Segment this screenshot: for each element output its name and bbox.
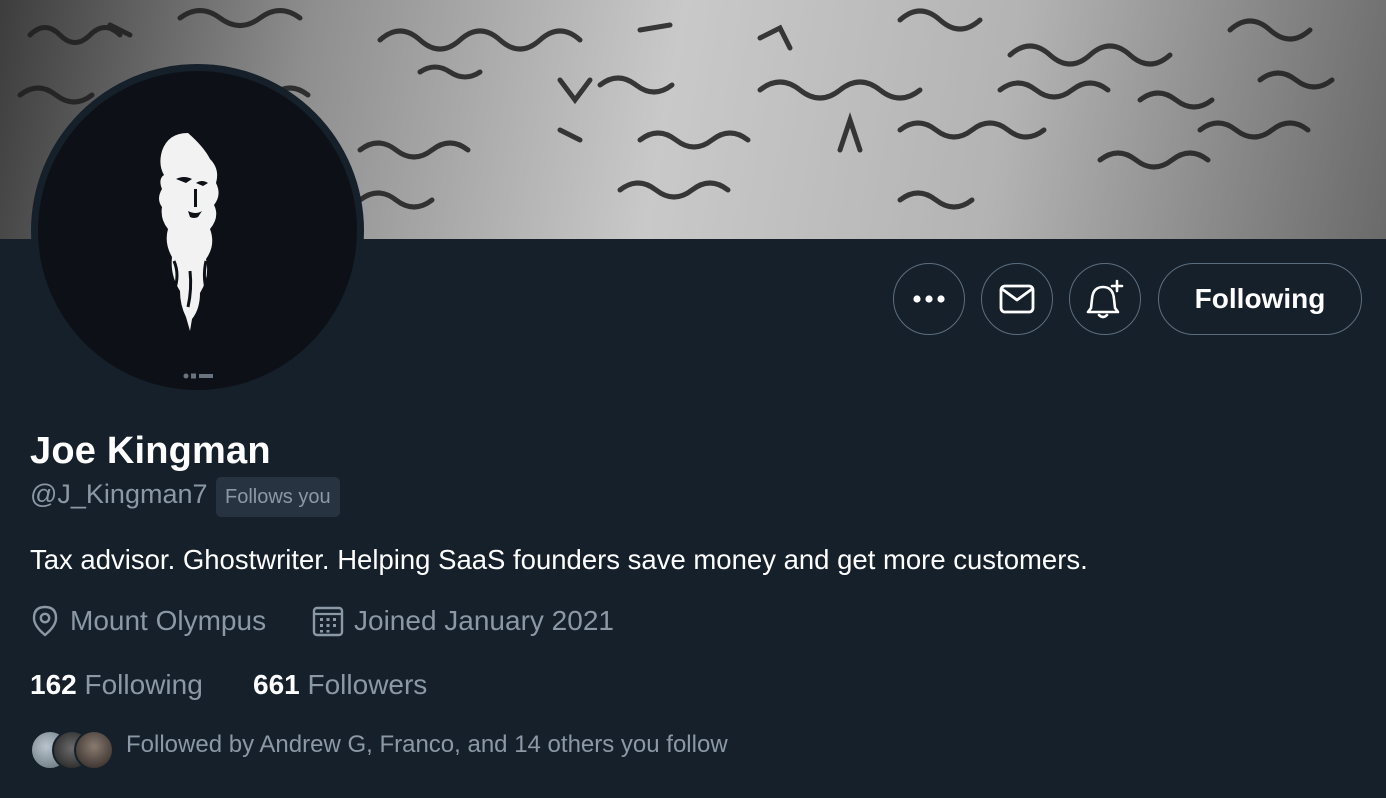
followers-label: Followers bbox=[307, 669, 428, 700]
following-button[interactable]: Following bbox=[1158, 263, 1362, 335]
following-label: Following bbox=[84, 669, 203, 700]
joined-text: Joined January 2021 bbox=[354, 605, 614, 636]
location-pin-icon bbox=[30, 605, 60, 637]
profile-bio: Tax advisor. Ghostwriter. Helping SaaS f… bbox=[30, 544, 1088, 575]
profile-avatar[interactable] bbox=[38, 71, 357, 390]
more-horizontal-icon bbox=[913, 295, 945, 303]
notifications-button[interactable] bbox=[1069, 263, 1141, 335]
calendar-icon bbox=[312, 605, 344, 637]
more-options-button[interactable] bbox=[893, 263, 965, 335]
profile-name: Joe Kingman bbox=[30, 430, 271, 472]
bell-plus-icon bbox=[1086, 279, 1124, 319]
envelope-icon bbox=[999, 284, 1035, 314]
followed-by-link[interactable]: Followed by Andrew G, Franco, and 14 oth… bbox=[126, 731, 728, 759]
bearded-face-logo bbox=[159, 133, 219, 379]
mutual-followers-avatars[interactable] bbox=[30, 730, 114, 770]
mutual-follower-avatar bbox=[74, 730, 114, 770]
following-count: 162 bbox=[30, 669, 77, 700]
profile-location: Mount Olympus bbox=[30, 605, 266, 637]
follows-you-badge: Follows you bbox=[216, 477, 340, 517]
message-button[interactable] bbox=[981, 263, 1053, 335]
profile-handle: @J_Kingman7 bbox=[30, 479, 208, 509]
followers-count: 661 bbox=[253, 669, 300, 700]
profile-joined-date: Joined January 2021 bbox=[312, 605, 614, 637]
followers-stat-link[interactable]: 661 Followers bbox=[253, 669, 427, 701]
following-stat-link[interactable]: 162 Following bbox=[30, 669, 203, 701]
location-text: Mount Olympus bbox=[70, 605, 267, 636]
